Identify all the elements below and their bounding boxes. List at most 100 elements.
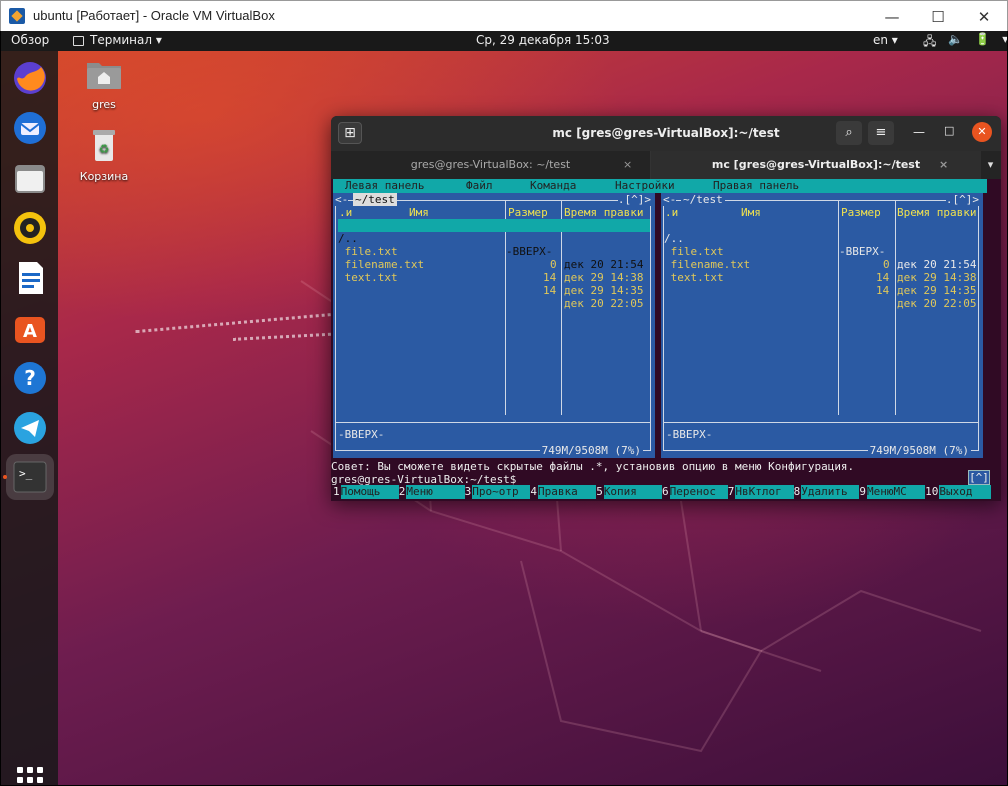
panel-path: ~/test	[681, 193, 725, 206]
terminal-minimize-button[interactable]: —	[913, 125, 925, 139]
menu-options[interactable]: Настройки	[615, 179, 675, 193]
tab-label: mc [gres@gres-VirtualBox]:~/test	[711, 158, 921, 171]
function-key-bar: 1 Помощь 2 Меню 3 Про~отр 4 Правка 5 Копия 6П…	[333, 485, 991, 499]
fkey-edit[interactable]: 4 Правка	[530, 485, 597, 499]
menu-command[interactable]: Команда	[530, 179, 576, 193]
fkey-mkdir[interactable]: 7 НвКтлог	[728, 485, 794, 499]
app-menu[interactable]: Терминал ▾	[73, 33, 162, 47]
ubuntu-desktop: Обзор Терминал ▾ Ср, 29 декабря 15:03 en…	[1, 31, 1007, 785]
terminal-maximize-button[interactable]: □	[944, 124, 954, 137]
fkey-pulldown[interactable]: 9 МенюМС	[859, 485, 926, 499]
panel-hotlist-button[interactable]: .[^]>	[945, 193, 979, 206]
desktop-home-folder[interactable]: gres	[64, 57, 144, 111]
dock-thunderbird[interactable]	[8, 106, 52, 150]
dock-firefox[interactable]	[8, 56, 52, 100]
terminal-window: ⊞ mc [gres@gres-VirtualBox]:~/test ⌕ ≡ —…	[331, 116, 1001, 501]
right-panel[interactable]: <- ~/test .[^]> .и Имя Размер Время прав…	[661, 193, 983, 458]
file-row[interactable]: /.. -ВВЕРХ- дек 20 21:54	[664, 219, 976, 271]
mc-menubar: Левая панель Файл Команда Настройки Прав…	[333, 179, 987, 193]
svg-text:♻: ♻	[99, 142, 110, 156]
show-applications-button[interactable]	[17, 767, 43, 785]
folder-icon	[15, 165, 45, 193]
chevron-down-icon: ▾	[1002, 32, 1007, 46]
column-header-mtime[interactable]: Время правки	[897, 206, 976, 219]
column-header-name-short: .и	[665, 206, 679, 219]
file-row[interactable]: text.txt 14 дек 20 22:05	[338, 258, 650, 310]
activities-button[interactable]: Обзор	[11, 33, 49, 47]
writer-icon	[19, 262, 43, 294]
dock-ubuntu-software[interactable]: A	[8, 306, 52, 350]
dock-telegram[interactable]	[8, 406, 52, 450]
file-row[interactable]: filename.txt 14 дек 29 14:35	[338, 245, 650, 297]
file-row[interactable]: /.. -ВВЕРХ- дек 20 21:54	[338, 219, 650, 271]
gnome-topbar: Обзор Терминал ▾ Ср, 29 декабря 15:03 en…	[1, 31, 1007, 51]
menu-file[interactable]: Файл	[466, 179, 493, 193]
free-space: 749M/9508M (7%)	[539, 444, 643, 457]
dock-terminal[interactable]: >_	[6, 454, 54, 500]
telegram-icon	[14, 412, 46, 444]
fkey-menu[interactable]: 2 Меню	[399, 485, 465, 499]
desktop-trash[interactable]: ♻ Корзина	[64, 129, 144, 183]
column-header-name[interactable]: Имя	[409, 206, 429, 219]
clock[interactable]: Ср, 29 декабря 15:03	[476, 33, 610, 47]
menu-left-panel[interactable]: Левая панель	[345, 179, 424, 193]
active-indicator	[3, 475, 7, 479]
app-menu-label: Терминал ▾	[90, 33, 162, 47]
file-row[interactable]: filename.txt 14 дек 29 14:35	[664, 245, 977, 297]
fkey-delete[interactable]: 8 Удалить	[794, 485, 860, 499]
panel-hotlist-button[interactable]: .[^]>	[617, 193, 651, 206]
hamburger-menu-button[interactable]: ≡	[868, 121, 894, 145]
tab-close-icon[interactable]: ×	[939, 151, 948, 179]
tab-list-chevron-icon[interactable]: ▾	[980, 151, 1001, 179]
left-panel[interactable]: <- ~/test .[^]> .и Имя Размер Время прав…	[333, 193, 655, 458]
terminal-icon: >_	[13, 461, 47, 493]
tab-mc[interactable]: mc [gres@gres-VirtualBox]:~/test ×	[651, 151, 981, 179]
vbox-window-title: ubuntu [Работает] - Oracle VM VirtualBox	[33, 8, 275, 23]
terminal-tabbar: gres@gres-VirtualBox: ~/test × mc [gres@…	[331, 151, 1001, 179]
dock-help[interactable]: ?	[8, 356, 52, 400]
svg-text:>_: >_	[19, 467, 33, 480]
column-header-name[interactable]: Имя	[741, 206, 761, 219]
search-button[interactable]: ⌕	[836, 121, 862, 145]
column-header-size[interactable]: Размер	[841, 206, 881, 219]
close-button[interactable]: ✕	[961, 1, 1007, 32]
panel-status: -ВВЕРХ-	[666, 428, 713, 441]
tab-label: gres@gres-VirtualBox: ~/test	[410, 158, 571, 171]
file-row[interactable]: file.txt 0 дек 29 14:38	[338, 232, 650, 284]
panel-path: ~/test	[353, 193, 397, 206]
virtualbox-icon	[9, 8, 25, 24]
terminal-title: mc [gres@gres-VirtualBox]:~/test	[552, 126, 780, 140]
fkey-quit[interactable]: 10 Выход	[925, 485, 991, 499]
desktop-icon-label: gres	[92, 98, 116, 111]
tab-close-icon[interactable]: ×	[623, 151, 632, 179]
file-row[interactable]: file.txt 0 дек 29 14:38	[664, 232, 977, 284]
help-icon: ?	[14, 362, 46, 394]
home-folder-icon	[87, 63, 121, 89]
dock-libreoffice-writer[interactable]	[8, 256, 52, 300]
dock-files[interactable]	[8, 156, 52, 200]
trash-icon: ♻	[93, 130, 115, 161]
menu-right-panel[interactable]: Правая панель	[713, 179, 799, 193]
terminal-close-button[interactable]: ✕	[972, 122, 992, 142]
maximize-button[interactable]: ☐	[915, 1, 961, 32]
column-header-mtime[interactable]: Время правки	[564, 206, 643, 219]
rhythmbox-icon	[14, 212, 46, 244]
language-selector[interactable]: en ▾	[873, 33, 898, 47]
dock-rhythmbox[interactable]	[8, 206, 52, 250]
tab-shell[interactable]: gres@gres-VirtualBox: ~/test ×	[331, 151, 651, 179]
fkey-help[interactable]: 1 Помощь	[333, 485, 399, 499]
column-header-size[interactable]: Размер	[508, 206, 548, 219]
command-history-button[interactable]: [^]	[968, 470, 990, 485]
system-tray[interactable]: 🖧 🔈 🔋 ▾	[923, 32, 1007, 53]
svg-text:A: A	[23, 321, 37, 342]
fkey-move[interactable]: 6 Перенос	[662, 485, 728, 499]
panel-history-button[interactable]: <-	[335, 193, 349, 206]
desktop-icon-label: Корзина	[79, 170, 129, 183]
column-header-name-short: .и	[339, 206, 353, 219]
fkey-copy[interactable]: 5 Копия	[596, 485, 662, 499]
panel-history-button[interactable]: <-	[663, 193, 677, 206]
file-row[interactable]: text.txt 14 дек 20 22:05	[664, 258, 977, 310]
free-space: 749M/9508M (7%)	[867, 444, 971, 457]
minimize-button[interactable]: —	[869, 1, 915, 32]
fkey-view[interactable]: 3 Про~отр	[465, 485, 531, 499]
